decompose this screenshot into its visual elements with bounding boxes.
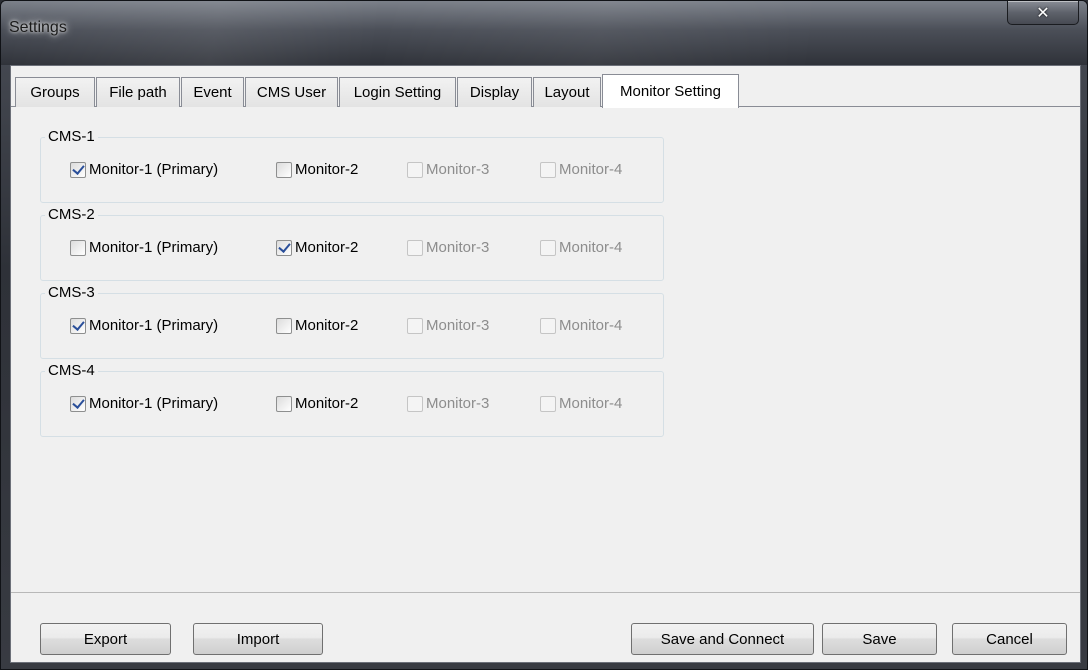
cms-group: CMS-1 Monitor-1 (Primary) Monitor-2 Moni… bbox=[40, 128, 664, 203]
tab-cms-user[interactable]: CMS User bbox=[245, 77, 338, 107]
window-title: Settings bbox=[9, 19, 67, 36]
checkbox-label: Monitor-2 bbox=[295, 395, 359, 412]
cms-group: CMS-2 Monitor-1 (Primary) Monitor-2 Moni… bbox=[40, 206, 664, 281]
checkbox-label: Monitor-2 bbox=[295, 161, 359, 178]
monitor-3-checkbox: Monitor-3 bbox=[407, 239, 489, 256]
checkbox-icon bbox=[407, 395, 423, 412]
group-label: CMS-1 bbox=[45, 128, 98, 145]
group-label: CMS-4 bbox=[45, 362, 98, 379]
checkbox-label: Monitor-3 bbox=[426, 239, 490, 256]
group-label: CMS-2 bbox=[45, 206, 98, 223]
group-label: CMS-3 bbox=[45, 284, 98, 301]
dialog-client-area: Groups File path Event CMS User Login Se… bbox=[10, 65, 1081, 663]
checkbox-icon bbox=[407, 239, 423, 256]
save-button[interactable]: Save bbox=[822, 623, 937, 655]
tab-layout[interactable]: Layout bbox=[533, 77, 601, 107]
save-and-connect-button[interactable]: Save and Connect bbox=[631, 623, 814, 655]
checkbox-label: Monitor-4 bbox=[559, 161, 623, 178]
monitor-2-checkbox[interactable]: Monitor-2 bbox=[276, 239, 358, 256]
checkbox-label: Monitor-2 bbox=[295, 317, 359, 334]
checkbox-label: Monitor-1 (Primary) bbox=[89, 395, 219, 412]
checkbox-icon bbox=[540, 317, 556, 334]
checkbox-label: Monitor-3 bbox=[426, 317, 490, 334]
monitor-4-checkbox: Monitor-4 bbox=[540, 317, 622, 334]
tab-display[interactable]: Display bbox=[457, 77, 532, 107]
checkbox-icon bbox=[407, 317, 423, 334]
close-button[interactable]: ✕ bbox=[1007, 1, 1079, 25]
checkbox-icon bbox=[540, 161, 556, 178]
checkbox-icon bbox=[540, 239, 556, 256]
footer-divider bbox=[11, 592, 1080, 593]
monitor-4-checkbox: Monitor-4 bbox=[540, 395, 622, 412]
checkbox-label: Monitor-4 bbox=[559, 395, 623, 412]
tab-groups[interactable]: Groups bbox=[15, 77, 95, 107]
checkbox-icon bbox=[276, 161, 292, 178]
checkbox-label: Monitor-4 bbox=[559, 239, 623, 256]
monitor-1-checkbox[interactable]: Monitor-1 (Primary) bbox=[70, 317, 218, 334]
monitor-2-checkbox[interactable]: Monitor-2 bbox=[276, 161, 358, 178]
checkbox-icon bbox=[276, 239, 292, 256]
export-button[interactable]: Export bbox=[40, 623, 171, 655]
checkbox-label: Monitor-3 bbox=[426, 161, 490, 178]
checkbox-icon bbox=[540, 395, 556, 412]
monitor-4-checkbox: Monitor-4 bbox=[540, 161, 622, 178]
checkbox-label: Monitor-1 (Primary) bbox=[89, 161, 219, 178]
checkbox-icon bbox=[276, 317, 292, 334]
monitor-1-checkbox[interactable]: Monitor-1 (Primary) bbox=[70, 161, 218, 178]
checkbox-label: Monitor-1 (Primary) bbox=[89, 239, 219, 256]
monitor-3-checkbox: Monitor-3 bbox=[407, 317, 489, 334]
checkbox-label: Monitor-4 bbox=[559, 317, 623, 334]
tab-login-setting[interactable]: Login Setting bbox=[339, 77, 456, 107]
monitor-3-checkbox: Monitor-3 bbox=[407, 161, 489, 178]
monitor-3-checkbox: Monitor-3 bbox=[407, 395, 489, 412]
checkbox-icon bbox=[276, 395, 292, 412]
monitor-setting-panel: CMS-1 Monitor-1 (Primary) Monitor-2 Moni… bbox=[11, 107, 1080, 592]
monitor-2-checkbox[interactable]: Monitor-2 bbox=[276, 395, 358, 412]
import-button[interactable]: Import bbox=[193, 623, 323, 655]
tab-monitor-setting[interactable]: Monitor Setting bbox=[602, 74, 739, 108]
settings-window: Settings ✕ Groups File path Event CMS Us… bbox=[0, 0, 1088, 670]
checkbox-icon bbox=[70, 317, 86, 334]
title-bar[interactable]: Settings ✕ bbox=[1, 1, 1087, 65]
close-icon: ✕ bbox=[1036, 3, 1050, 22]
cancel-button[interactable]: Cancel bbox=[952, 623, 1067, 655]
tab-file-path[interactable]: File path bbox=[96, 77, 180, 107]
checkbox-label: Monitor-3 bbox=[426, 395, 490, 412]
monitor-2-checkbox[interactable]: Monitor-2 bbox=[276, 317, 358, 334]
checkbox-icon bbox=[70, 161, 86, 178]
checkbox-icon bbox=[70, 239, 86, 256]
checkbox-label: Monitor-1 (Primary) bbox=[89, 317, 219, 334]
monitor-1-checkbox[interactable]: Monitor-1 (Primary) bbox=[70, 239, 218, 256]
checkbox-icon bbox=[407, 161, 423, 178]
monitor-4-checkbox: Monitor-4 bbox=[540, 239, 622, 256]
cms-group: CMS-3 Monitor-1 (Primary) Monitor-2 Moni… bbox=[40, 284, 664, 359]
tab-event[interactable]: Event bbox=[181, 77, 244, 107]
checkbox-label: Monitor-2 bbox=[295, 239, 359, 256]
cms-group: CMS-4 Monitor-1 (Primary) Monitor-2 Moni… bbox=[40, 362, 664, 437]
monitor-1-checkbox[interactable]: Monitor-1 (Primary) bbox=[70, 395, 218, 412]
checkbox-icon bbox=[70, 395, 86, 412]
